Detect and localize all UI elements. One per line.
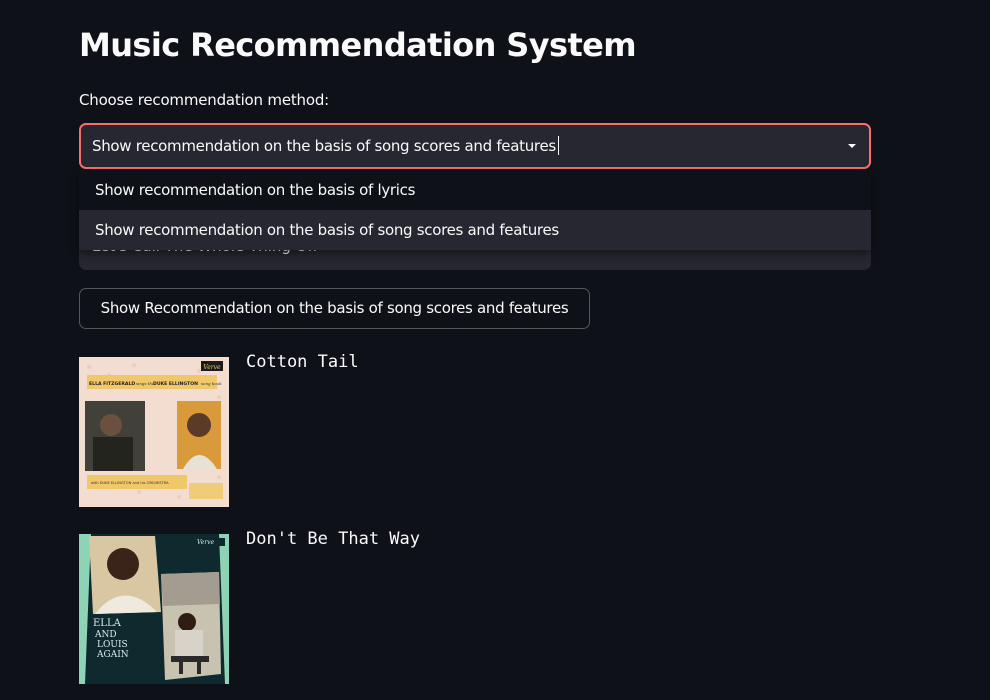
method-dropdown-menu: Show recommendation on the basis of lyri…: [79, 170, 871, 250]
method-select-value[interactable]: Show recommendation on the basis of song…: [92, 136, 559, 155]
page-title: Music Recommendation System: [79, 26, 637, 64]
dropdown-option-lyrics[interactable]: Show recommendation on the basis of lyri…: [79, 170, 871, 210]
album-cover-art: Verve ELLA AND LOUIS AGAIN: [79, 534, 229, 684]
chevron-down-icon[interactable]: [848, 144, 856, 148]
album-cover-image: Verve ELLA FITZGERALD sings the DUKE ELL…: [79, 357, 229, 507]
cover-text-duke: DUKE ELLINGTON: [153, 381, 198, 387]
cover-text-artist: ELLA FITZGERALD: [89, 381, 135, 387]
cover-text-orchestra: with DUKE ELLINGTON and his ORCHESTRA: [91, 481, 169, 485]
method-select-label: Choose recommendation method:: [79, 91, 329, 109]
cover-text-line3: LOUIS: [97, 640, 128, 650]
cover-text-songbook: song book: [201, 381, 222, 386]
dropdown-option-scores-features[interactable]: Show recommendation on the basis of song…: [79, 210, 871, 250]
album-cover-image: Verve ELLA AND LOUIS AGAIN: [79, 534, 229, 684]
cover-text-line1: ELLA: [93, 618, 122, 629]
text-cursor: [557, 136, 559, 155]
cover-logo: Verve: [197, 539, 215, 546]
album-cover-art: Verve ELLA FITZGERALD sings the DUKE ELL…: [79, 357, 229, 507]
show-recommendation-button[interactable]: Show Recommendation on the basis of song…: [79, 288, 590, 329]
recommended-song-title: Don't Be That Way: [246, 529, 420, 549]
method-select[interactable]: Show recommendation on the basis of song…: [79, 123, 871, 169]
cover-text-line2: AND: [94, 630, 117, 640]
cover-text-line4: AGAIN: [96, 650, 129, 660]
recommended-song-title: Cotton Tail: [246, 352, 359, 372]
cover-logo: Verve: [203, 364, 221, 371]
